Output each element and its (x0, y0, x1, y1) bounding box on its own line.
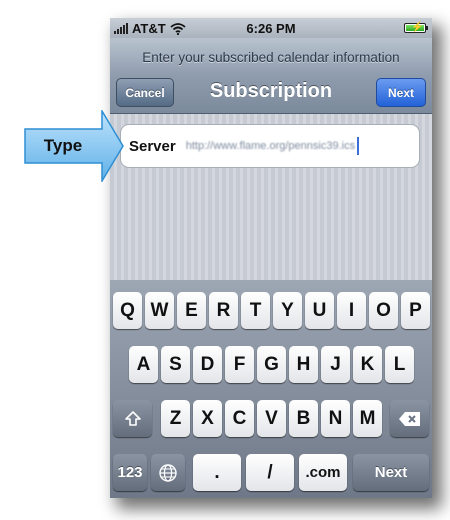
key-i[interactable]: I (337, 292, 366, 329)
keyboard: Q W E R T Y U I O P A S D F G H J K L Z … (110, 280, 432, 498)
key-o[interactable]: O (369, 292, 398, 329)
key-f[interactable]: F (225, 346, 254, 383)
key-t[interactable]: T (241, 292, 270, 329)
key-v[interactable]: V (257, 400, 286, 437)
server-field[interactable]: Server http://www.flame.org/pennsic39.ic… (120, 124, 420, 168)
battery-icon: ⚡ (404, 22, 428, 33)
shift-key[interactable] (113, 400, 152, 437)
charging-icon: ⚡ (411, 22, 424, 33)
server-label: Server (129, 137, 176, 155)
dotcom-key[interactable]: .com (299, 454, 347, 491)
key-e[interactable]: E (177, 292, 206, 329)
server-input[interactable]: http://www.flame.org/pennsic39.ics (186, 140, 355, 152)
dot-key[interactable]: . (193, 454, 241, 491)
key-n[interactable]: N (321, 400, 350, 437)
key-a[interactable]: A (129, 346, 158, 383)
content-area: Server http://www.flame.org/pennsic39.ic… (110, 114, 432, 280)
shift-icon (124, 410, 141, 426)
callout-label: Type (43, 136, 83, 155)
phone-screen: AT&T 6:26 PM ⚡ Enter your subscribed cal… (110, 18, 432, 498)
key-q[interactable]: Q (113, 292, 142, 329)
slash-key[interactable]: / (246, 454, 294, 491)
status-time: 6:26 PM (246, 21, 296, 36)
key-h[interactable]: H (289, 346, 318, 383)
next-button[interactable]: Next (376, 78, 426, 107)
backspace-icon (398, 411, 420, 426)
status-bar: AT&T 6:26 PM ⚡ (110, 18, 432, 38)
key-w[interactable]: W (145, 292, 174, 329)
keyboard-next-key[interactable]: Next (353, 454, 429, 491)
key-g[interactable]: G (257, 346, 286, 383)
key-s[interactable]: S (161, 346, 190, 383)
text-cursor (357, 137, 360, 155)
key-l[interactable]: L (385, 346, 414, 383)
type-callout: Type (24, 108, 124, 184)
globe-icon (159, 463, 177, 482)
key-b[interactable]: B (289, 400, 318, 437)
backspace-key[interactable] (390, 400, 429, 437)
key-d[interactable]: D (193, 346, 222, 383)
key-x[interactable]: X (193, 400, 222, 437)
nav-prompt: Enter your subscribed calendar informati… (142, 50, 400, 65)
navigation-bar: Enter your subscribed calendar informati… (110, 38, 432, 114)
key-k[interactable]: K (353, 346, 382, 383)
key-y[interactable]: Y (273, 292, 302, 329)
key-z[interactable]: Z (161, 400, 190, 437)
numbers-key[interactable]: 123 (113, 454, 147, 491)
key-c[interactable]: C (225, 400, 254, 437)
key-m[interactable]: M (353, 400, 382, 437)
key-r[interactable]: R (209, 292, 238, 329)
key-u[interactable]: U (305, 292, 334, 329)
globe-key[interactable] (151, 454, 185, 491)
key-p[interactable]: P (401, 292, 430, 329)
key-j[interactable]: J (321, 346, 350, 383)
